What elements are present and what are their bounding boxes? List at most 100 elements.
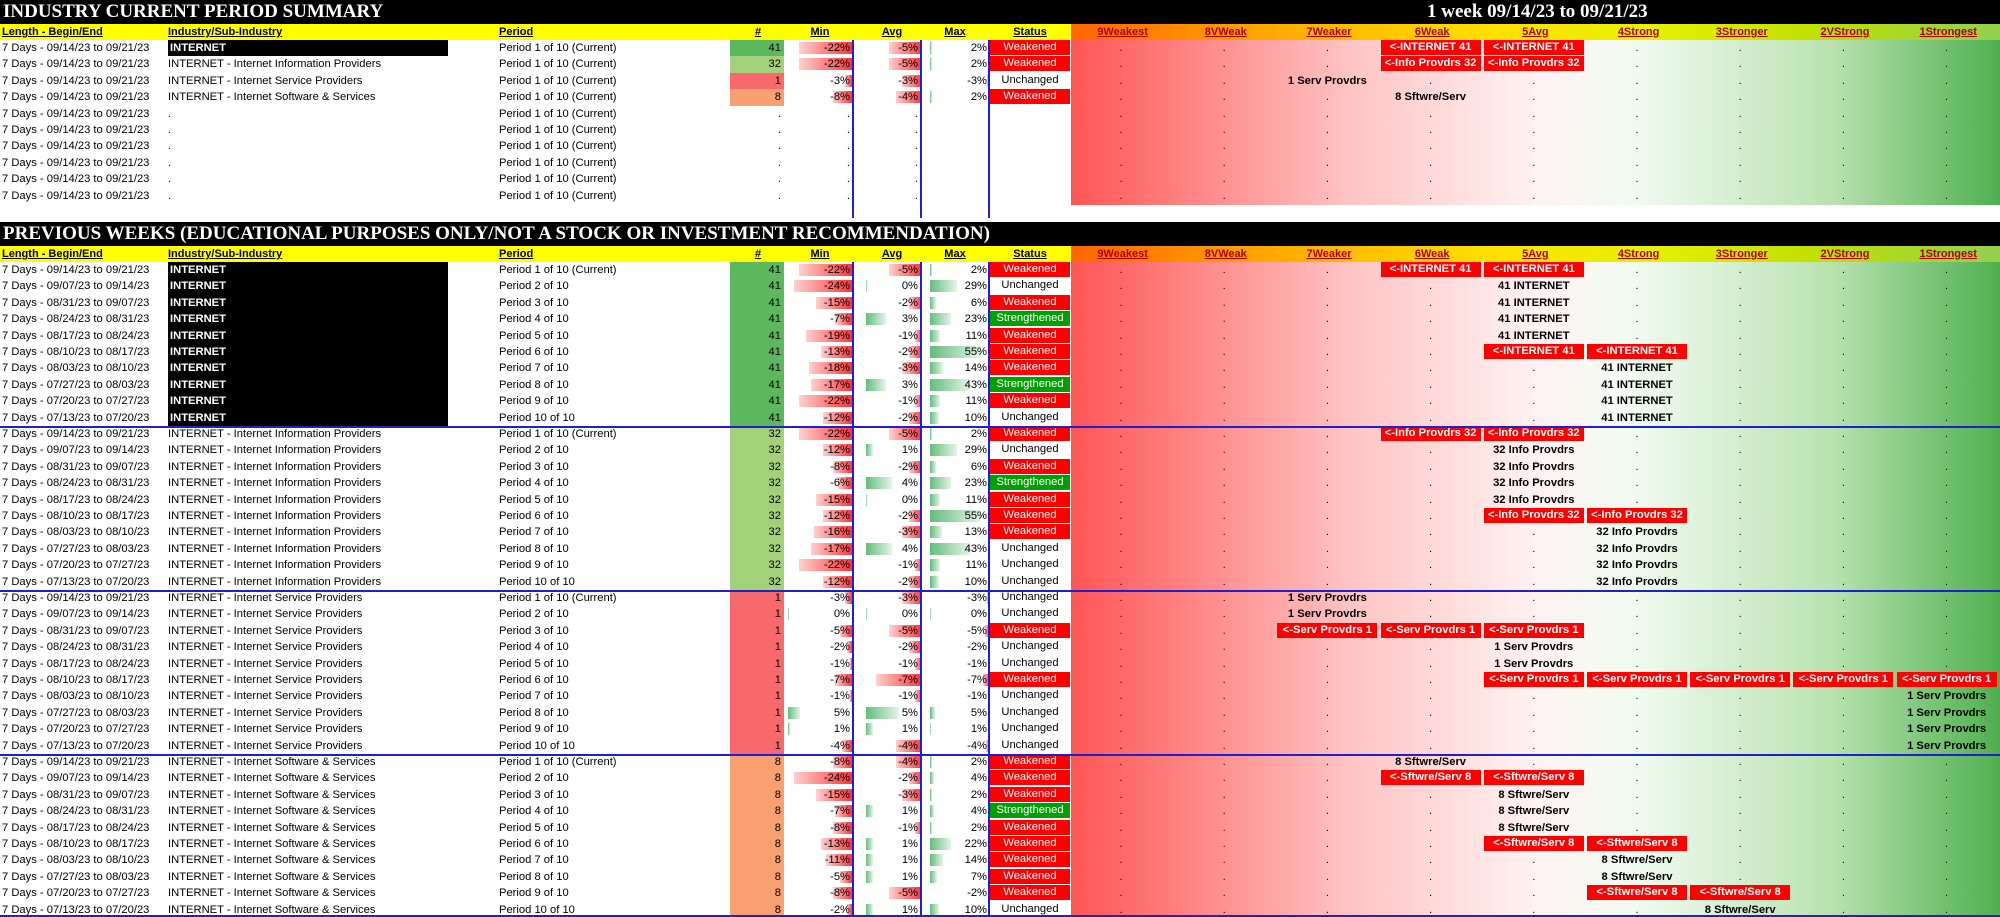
band-dot: . (1945, 296, 1949, 309)
table-row[interactable]: 7 Days - 09/14/23 to 09/21/23. Period 1 o… (0, 122, 2000, 138)
max-cell: 7% (970, 870, 987, 883)
band-dot: . (1738, 362, 1742, 375)
table-row[interactable]: 7 Days - 07/20/23 to 07/27/23 INTERNET - … (0, 721, 2000, 738)
current-section-title: INDUSTRY CURRENT PERIOD SUMMARY 1 week 0… (0, 0, 2000, 24)
table-row[interactable]: 7 Days - 07/27/23 to 08/03/23 INTERNET - … (0, 540, 2000, 558)
table-row[interactable]: 7 Days - 08/03/23 to 08/10/23 INTERNET Per… (0, 360, 2000, 377)
min-cell: -19% (823, 329, 850, 342)
table-row[interactable]: 7 Days - 07/27/23 to 08/03/23 INTERNET Per… (0, 376, 2000, 394)
band-dot: . (1841, 821, 1845, 834)
count-cell: 1 (730, 606, 784, 623)
band-dot: . (1429, 444, 1433, 457)
min-cell: -1% (830, 657, 850, 670)
table-row[interactable]: 7 Days - 09/14/23 to 09/21/23 INTERNET Per… (0, 40, 2000, 57)
table-row[interactable]: 7 Days - 09/07/23 to 09/14/23 INTERNET - … (0, 606, 2000, 623)
max-cell: 2% (970, 58, 987, 71)
table-row[interactable]: 7 Days - 08/10/23 to 08/17/23 INTERNET - … (0, 672, 2000, 689)
period-cell: Period 1 of 10 (Current) (499, 140, 617, 153)
industry-cell: INTERNET - Internet Information Provider… (168, 575, 382, 588)
table-row[interactable]: 7 Days - 08/17/23 to 08/24/23 INTERNET - … (0, 491, 2000, 508)
band-dot: . (1841, 107, 1845, 120)
band-dot: . (1841, 592, 1845, 604)
table-row[interactable]: 7 Days - 09/14/23 to 09/21/23 INTERNET - … (0, 754, 2000, 771)
table-row[interactable]: 7 Days - 09/14/23 to 09/21/23 INTERNET - … (0, 72, 2000, 90)
table-row[interactable]: 7 Days - 07/20/23 to 07/27/23 INTERNET - … (0, 557, 2000, 574)
avg-cell: -3% (898, 362, 918, 375)
table-row[interactable]: 7 Days - 08/31/23 to 09/07/23 INTERNET - … (0, 622, 2000, 640)
table-row[interactable]: 7 Days - 07/13/23 to 07/20/23 INTERNET - … (0, 573, 2000, 590)
current-title-text: INDUSTRY CURRENT PERIOD SUMMARY (3, 1, 384, 22)
table-row[interactable]: 7 Days - 08/17/23 to 08/24/23 INTERNET - … (0, 819, 2000, 836)
table-row[interactable]: 7 Days - 08/17/23 to 08/24/23 INTERNET Per… (0, 327, 2000, 344)
table-row[interactable]: 7 Days - 09/14/23 to 09/21/23 INTERNET - … (0, 56, 2000, 73)
count-cell: 32 (730, 442, 784, 459)
table-row[interactable]: 7 Days - 09/07/23 to 09/14/23 INTERNET - … (0, 442, 2000, 459)
avg-cell: -2% (898, 296, 918, 309)
band-dot: . (1532, 107, 1536, 120)
table-row[interactable]: 7 Days - 09/14/23 to 09/21/23. Period 1 o… (0, 188, 2000, 204)
table-row[interactable]: 7 Days - 08/24/23 to 08/31/23 INTERNET - … (0, 475, 2000, 492)
table-row[interactable]: 7 Days - 07/27/23 to 08/03/23 INTERNET - … (0, 868, 2000, 886)
period-cell: Period 3 of 10 (499, 788, 569, 801)
table-row[interactable]: 7 Days - 09/14/23 to 09/21/23. Period 1 o… (0, 138, 2000, 154)
table-row[interactable]: 7 Days - 09/07/23 to 09/14/23 INTERNET - … (0, 770, 2000, 787)
status-badge: Unchanged (990, 590, 1070, 605)
table-row[interactable]: 7 Days - 08/17/23 to 08/24/23 INTERNET - … (0, 655, 2000, 672)
count-cell: 1 (730, 672, 784, 689)
table-row[interactable]: 7 Days - 07/13/23 to 07/20/23 INTERNET Per… (0, 409, 2000, 426)
band-dot: . (1429, 346, 1433, 358)
max-cell: -3% (967, 592, 987, 604)
table-row[interactable]: 7 Days - 09/14/23 to 09/21/23 INTERNET - … (0, 89, 2000, 106)
period-cell: Period 2 of 10 (499, 280, 569, 293)
table-row[interactable]: 7 Days - 08/10/23 to 08/17/23 INTERNET - … (0, 836, 2000, 853)
max-cell: -2% (967, 641, 987, 654)
table-row[interactable]: 7 Days - 08/10/23 to 08/17/23 INTERNET - … (0, 508, 2000, 525)
band-dot: . (1635, 657, 1639, 670)
table-row[interactable]: 7 Days - 09/14/23 to 09/21/23 INTERNET Per… (0, 262, 2000, 279)
period-cell: Period 1 of 10 (Current) (499, 173, 617, 186)
column-header-row: Length - Begin/End Industry/Sub-Industry P… (0, 246, 2000, 262)
table-row[interactable]: 7 Days - 08/03/23 to 08/10/23 INTERNET - … (0, 524, 2000, 541)
table-row[interactable]: 7 Days - 09/14/23 to 09/21/23 INTERNET - … (0, 590, 2000, 607)
min-cell: -12% (823, 444, 850, 457)
table-row[interactable]: 7 Days - 09/14/23 to 09/21/23. Period 1 o… (0, 171, 2000, 187)
table-row[interactable]: 7 Days - 07/20/23 to 07/27/23 INTERNET - … (0, 885, 2000, 902)
length-cell: 7 Days - 07/27/23 to 08/03/23 (2, 378, 150, 391)
status-badge: Unchanged (990, 442, 1070, 458)
table-row[interactable]: 7 Days - 09/14/23 to 09/21/23 INTERNET - … (0, 426, 2000, 443)
table-row[interactable]: 7 Days - 08/24/23 to 08/31/23 INTERNET Per… (0, 311, 2000, 328)
header-band-6weak: 6Weak (1414, 26, 1450, 38)
length-cell: 7 Days - 08/17/23 to 08/24/23 (2, 493, 150, 506)
table-row[interactable]: 7 Days - 07/20/23 to 07/27/23 INTERNET Per… (0, 393, 2000, 410)
industry-cell: INTERNET (168, 344, 448, 361)
table-row[interactable]: 7 Days - 08/31/23 to 09/07/23 INTERNET - … (0, 458, 2000, 476)
industry-cell: INTERNET (168, 311, 448, 328)
band-dot: . (1841, 58, 1845, 71)
table-row[interactable]: 7 Days - 08/24/23 to 08/31/23 INTERNET - … (0, 639, 2000, 656)
position-label: 8 Sftwre/Serv (1601, 870, 1673, 883)
max-cell: 2% (970, 821, 987, 834)
table-row[interactable]: 7 Days - 07/13/23 to 07/20/23 INTERNET - … (0, 737, 2000, 754)
table-row[interactable]: 7 Days - 08/03/23 to 08/10/23 INTERNET - … (0, 852, 2000, 869)
table-row[interactable]: 7 Days - 08/03/23 to 08/10/23 INTERNET - … (0, 688, 2000, 705)
table-row[interactable]: 7 Days - 09/07/23 to 09/14/23 INTERNET Per… (0, 278, 2000, 295)
band-dot: . (1119, 296, 1123, 309)
band-dot: . (1945, 395, 1949, 408)
band-dot: . (1841, 124, 1845, 136)
table-row[interactable]: 7 Days - 08/31/23 to 09/07/23 INTERNET Per… (0, 294, 2000, 312)
table-row[interactable]: 7 Days - 09/14/23 to 09/21/23. Period 1 o… (0, 155, 2000, 171)
length-cell: 7 Days - 07/20/23 to 07/27/23 (2, 887, 150, 900)
band-dot: . (1222, 493, 1226, 506)
band-dot: . (1325, 690, 1329, 703)
table-row[interactable]: 7 Days - 08/10/23 to 08/17/23 INTERNET Per… (0, 344, 2000, 361)
length-cell: 7 Days - 09/14/23 to 09/21/23 (2, 140, 150, 153)
table-row[interactable]: 7 Days - 08/31/23 to 09/07/23 INTERNET - … (0, 786, 2000, 804)
table-row[interactable]: 7 Days - 07/27/23 to 08/03/23 INTERNET - … (0, 704, 2000, 722)
band-dot: . (1635, 173, 1639, 186)
group-divider (0, 589, 2000, 592)
min-cell: -18% (823, 362, 850, 375)
table-row[interactable]: 7 Days - 08/24/23 to 08/31/23 INTERNET - … (0, 803, 2000, 820)
position-label: 32 Info Provdrs (1493, 444, 1575, 457)
table-row[interactable]: 7 Days - 09/14/23 to 09/21/23. Period 1 o… (0, 106, 2000, 122)
band-dot: . (1119, 124, 1123, 136)
